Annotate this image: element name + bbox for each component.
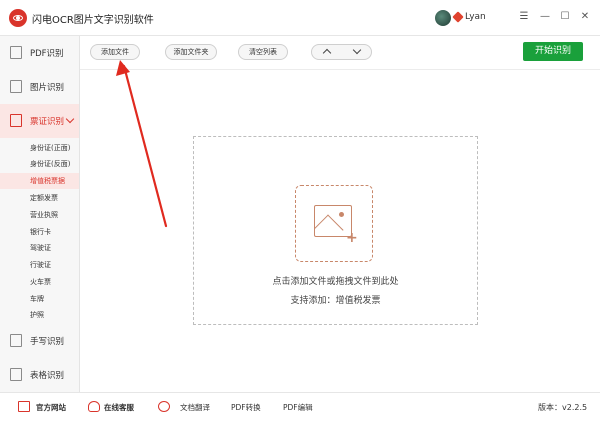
sub-item-label: 车牌 [30, 295, 44, 303]
sub-item-bank-card[interactable]: 银行卡 [0, 224, 79, 240]
upload-image-box[interactable]: + [295, 185, 373, 262]
app-title: 闪电OCR图片文字识别软件 [32, 15, 154, 26]
sub-item-label: 行驶证 [30, 261, 51, 269]
sidebar-item-label: 票证识别 [30, 117, 65, 127]
sidebar-item-table[interactable]: 表格识别 [0, 358, 79, 392]
monitor-icon [18, 401, 30, 412]
maximize-button[interactable]: ☐ [558, 10, 572, 24]
sub-item-driver-license[interactable]: 驾驶证 [0, 240, 79, 256]
app-logo-icon [9, 9, 27, 27]
footer-label: 在线客服 [104, 403, 134, 412]
reorder-buttons [311, 44, 372, 60]
ticket-icon [10, 114, 22, 127]
chevron-down-icon [65, 114, 75, 124]
sub-item-label: 驾驶证 [30, 244, 51, 252]
support-person-icon [88, 401, 100, 412]
sub-item-label: 定额发票 [30, 194, 58, 202]
footer-label: PDF转换 [231, 403, 261, 412]
doc-translate-link[interactable]: 文档翻译 [158, 401, 218, 415]
sub-item-vehicle-license[interactable]: 行驶证 [0, 257, 79, 273]
sub-item-business-license[interactable]: 营业执照 [0, 207, 79, 223]
chevron-down-icon [352, 45, 362, 55]
sub-item-id-front[interactable]: 身份证(正面) [0, 140, 79, 156]
online-support-link[interactable]: 在线客服 [88, 401, 148, 415]
vip-badge-icon [452, 11, 464, 23]
username[interactable]: Lyan [465, 12, 486, 22]
image-icon [10, 80, 22, 93]
supported-types: 支持添加：增值税发票 [290, 296, 381, 306]
clear-list-button[interactable]: 清空列表 [238, 44, 288, 60]
start-recognition-button[interactable]: 开始识别 [523, 42, 583, 61]
sub-item-label: 增值税票据 [30, 177, 65, 185]
footer-label: 文档翻译 [180, 403, 210, 412]
image-sun-icon [339, 212, 344, 217]
minimize-button[interactable]: — [538, 10, 552, 24]
sub-item-train-ticket[interactable]: 火车票 [0, 274, 79, 290]
drop-hint: 点击添加文件或拖拽文件到此处 [272, 277, 399, 287]
table-icon [10, 368, 22, 381]
sidebar-item-label: 图片识别 [30, 83, 65, 93]
user-avatar[interactable] [435, 10, 451, 26]
version-label: 版本：v2.2.5 [538, 403, 588, 412]
footer: 官方网站 在线客服 文档翻译 PDF转换 PDF编辑 版本：v2.2.5 [0, 392, 600, 421]
file-drop-zone[interactable]: + 点击添加文件或拖拽文件到此处 支持添加：增值税发票 [193, 136, 478, 325]
plus-icon: + [346, 230, 358, 246]
sub-item-vat[interactable]: 增值税票据 [0, 173, 79, 189]
sub-item-passport[interactable]: 护照 [0, 307, 79, 323]
move-up-button[interactable] [312, 45, 342, 59]
handwriting-icon [10, 334, 22, 347]
close-button[interactable]: ✕ [578, 10, 592, 24]
sidebar: PDF识别 图片识别 票证识别 身份证(正面) 身份证(反面) 增值税票据 定额… [0, 36, 80, 392]
sub-item-label: 护照 [30, 311, 44, 319]
pdf-edit-link[interactable]: PDF编辑 [283, 401, 323, 415]
sub-item-label: 身份证(反面) [30, 160, 71, 168]
sub-item-label: 身份证(正面) [30, 144, 71, 152]
official-website-link[interactable]: 官方网站 [18, 401, 78, 415]
sidebar-item-handwriting[interactable]: 手写识别 [0, 324, 79, 358]
footer-label: PDF编辑 [283, 403, 313, 412]
sidebar-item-pdf[interactable]: PDF识别 [0, 36, 79, 70]
title-bar: 闪电OCR图片文字识别软件 Lyan ☰ — ☐ ✕ [0, 0, 600, 36]
sidebar-item-label: 表格识别 [30, 371, 65, 381]
sub-item-license-plate[interactable]: 车牌 [0, 291, 79, 307]
annotation-arrow-icon [116, 60, 168, 228]
sub-item-label: 火车票 [30, 278, 51, 286]
footer-label: 官方网站 [36, 403, 66, 412]
menu-button[interactable]: ☰ [517, 10, 531, 24]
sidebar-item-label: 手写识别 [30, 337, 65, 347]
move-down-button[interactable] [342, 45, 372, 59]
sub-item-label: 营业执照 [30, 211, 58, 219]
sidebar-item-ticket[interactable]: 票证识别 [0, 104, 79, 138]
sub-item-label: 银行卡 [30, 228, 51, 236]
sub-item-quota-invoice[interactable]: 定额发票 [0, 190, 79, 206]
pdf-convert-link[interactable]: PDF转换 [231, 401, 271, 415]
translate-icon [158, 401, 170, 412]
sidebar-item-label: PDF识别 [30, 49, 64, 59]
chevron-up-icon [322, 48, 332, 58]
pdf-icon [10, 46, 22, 59]
sub-item-id-back[interactable]: 身份证(反面) [0, 156, 79, 172]
sidebar-item-image[interactable]: 图片识别 [0, 70, 79, 104]
image-mountain-icon [315, 214, 344, 236]
